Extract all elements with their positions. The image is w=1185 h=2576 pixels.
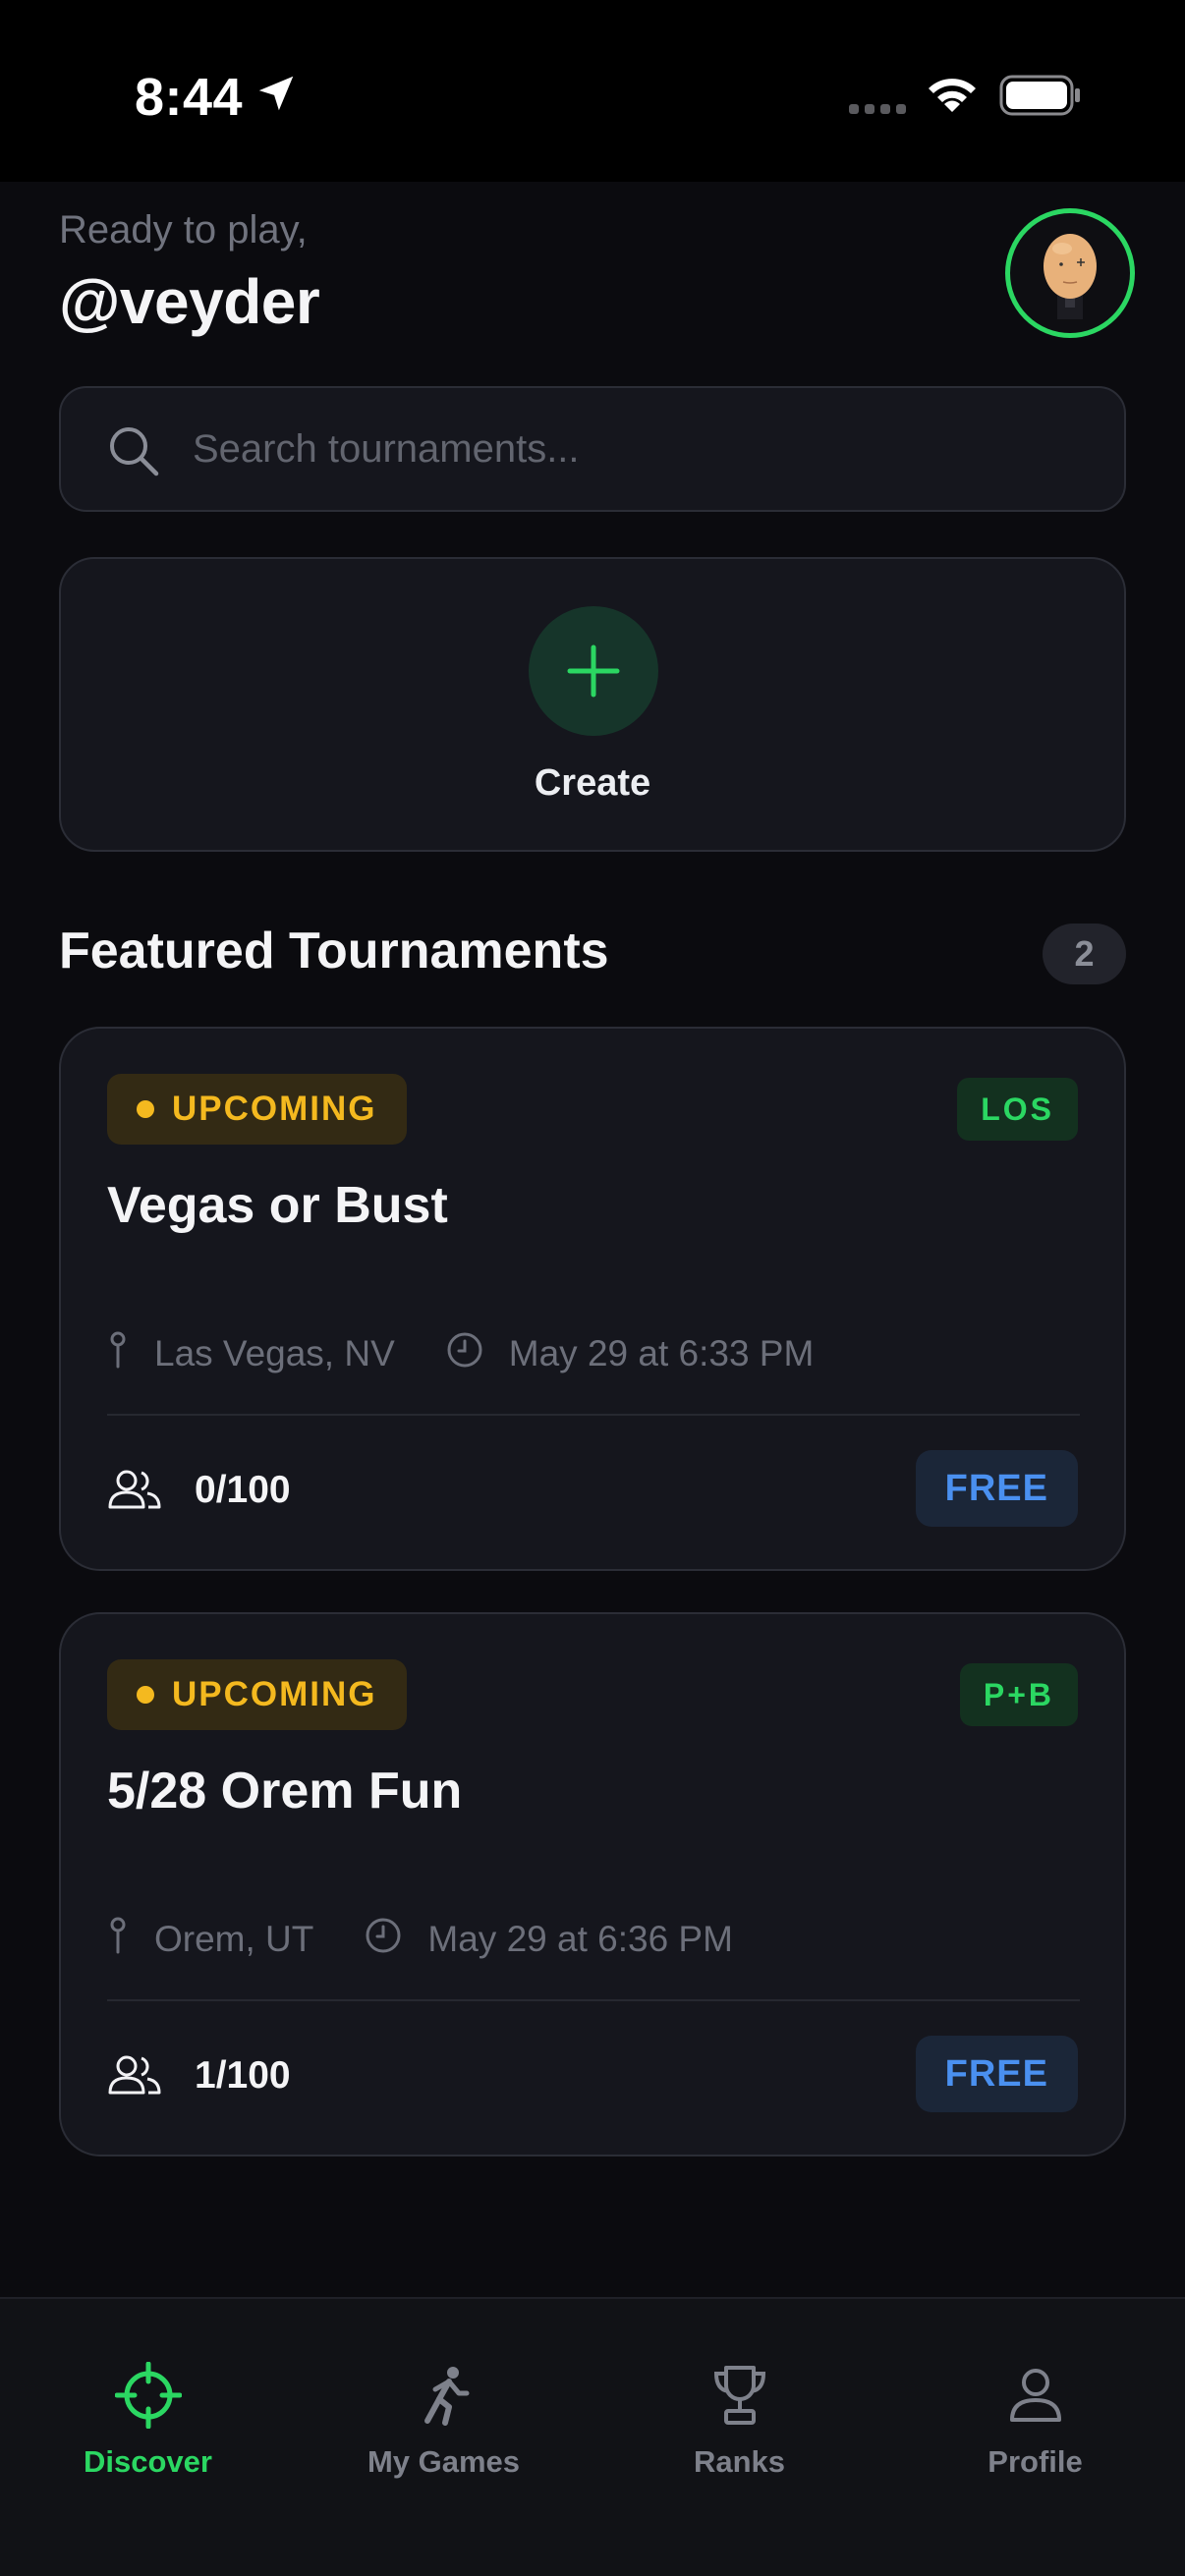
player-count: 1/100 <box>195 2054 291 2097</box>
player-count: 0/100 <box>195 1469 291 1511</box>
card-divider <box>107 1999 1080 2001</box>
tournament-card[interactable]: UPCOMING P+B 5/28 Orem Fun Orem, UT May … <box>59 1612 1126 2156</box>
tab-label: Profile <box>988 2444 1083 2479</box>
tab-profile[interactable]: Profile <box>887 2299 1183 2495</box>
tab-discover[interactable]: Discover <box>0 2299 296 2495</box>
tournament-card[interactable]: UPCOMING LOS Vegas or Bust Las Vegas, NV… <box>59 1027 1126 1571</box>
username-heading: @veyder <box>59 266 320 337</box>
status-bar: 8:44 <box>0 0 1185 182</box>
clock-icon <box>365 1917 402 1963</box>
tab-ranks[interactable]: Ranks <box>592 2299 887 2495</box>
tab-label: Ranks <box>693 2444 786 2479</box>
section-title: Featured Tournaments <box>59 923 609 980</box>
status-label: UPCOMING <box>172 1675 377 1713</box>
crosshair-icon <box>114 2360 182 2431</box>
search-icon <box>106 423 161 483</box>
wifi-icon <box>924 73 981 121</box>
person-icon <box>1008 2360 1063 2431</box>
avatar-image <box>1044 234 1097 319</box>
cellular-signal-icon <box>849 102 908 121</box>
tournament-location: Orem, UT <box>154 1919 314 1959</box>
running-person-icon <box>416 2360 473 2431</box>
tournament-meta: Orem, UT May 29 at 6:36 PM <box>107 1915 733 1964</box>
plus-icon <box>567 644 620 698</box>
greeting-text: Ready to play, <box>59 208 308 252</box>
tournament-datetime: May 29 at 6:36 PM <box>427 1919 733 1959</box>
tournament-location: Las Vegas, NV <box>154 1333 395 1373</box>
tab-my-games[interactable]: My Games <box>296 2299 592 2495</box>
create-label: Create <box>534 762 651 804</box>
status-dot-icon <box>137 1686 154 1704</box>
game-code-badge: LOS <box>957 1078 1078 1141</box>
location-pin-icon <box>107 1331 129 1377</box>
create-button[interactable] <box>529 606 658 736</box>
price-badge: FREE <box>915 1450 1078 1527</box>
status-badge: UPCOMING <box>107 1074 407 1145</box>
status-dot-icon <box>137 1100 154 1118</box>
tab-label: My Games <box>367 2444 521 2479</box>
status-badge: UPCOMING <box>107 1659 407 1730</box>
status-time: 8:44 <box>135 68 244 127</box>
game-code-badge: P+B <box>959 1663 1078 1726</box>
card-divider <box>107 1414 1080 1416</box>
players-icon <box>107 2053 162 2101</box>
price-badge: FREE <box>915 2036 1078 2112</box>
search-input[interactable] <box>193 388 1077 510</box>
create-tournament-card[interactable]: Create <box>59 557 1126 852</box>
tournament-count-badge: 2 <box>1043 924 1126 984</box>
battery-icon <box>999 75 1082 123</box>
trophy-icon <box>711 2360 768 2431</box>
players-icon <box>107 1468 162 1516</box>
location-pin-icon <box>107 1917 129 1963</box>
clock-icon <box>446 1331 483 1377</box>
tab-bar: Discover My Games Ranks Profile <box>0 2297 1185 2576</box>
tab-label: Discover <box>84 2444 212 2479</box>
tournament-name: 5/28 Orem Fun <box>107 1763 463 1820</box>
search-bar[interactable] <box>59 386 1126 512</box>
avatar[interactable] <box>1005 208 1135 338</box>
tournament-datetime: May 29 at 6:33 PM <box>508 1333 815 1373</box>
location-arrow-icon <box>254 71 299 121</box>
tournament-meta: Las Vegas, NV May 29 at 6:33 PM <box>107 1329 814 1378</box>
tournament-name: Vegas or Bust <box>107 1177 448 1234</box>
status-label: UPCOMING <box>172 1090 377 1128</box>
